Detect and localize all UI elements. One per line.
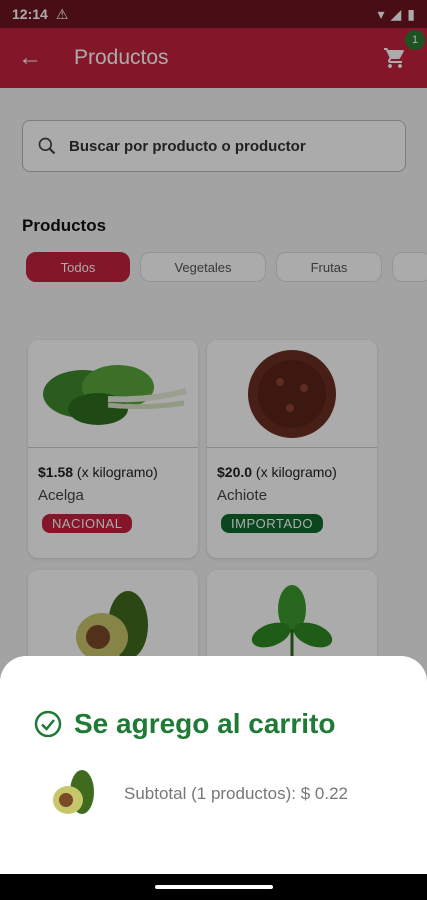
product-thumbnail xyxy=(48,768,100,825)
added-to-cart-sheet: Se agrego al carrito Subtotal (1 product… xyxy=(0,656,427,900)
home-gesture-handle[interactable] xyxy=(155,885,273,889)
sheet-message: Se agrego al carrito xyxy=(34,708,335,740)
check-circle-icon xyxy=(34,710,62,738)
sheet-title: Se agrego al carrito xyxy=(74,708,336,739)
subtotal-text: Subtotal (1 productos): $ 0.22 xyxy=(124,784,348,803)
system-nav-bar xyxy=(0,874,427,900)
